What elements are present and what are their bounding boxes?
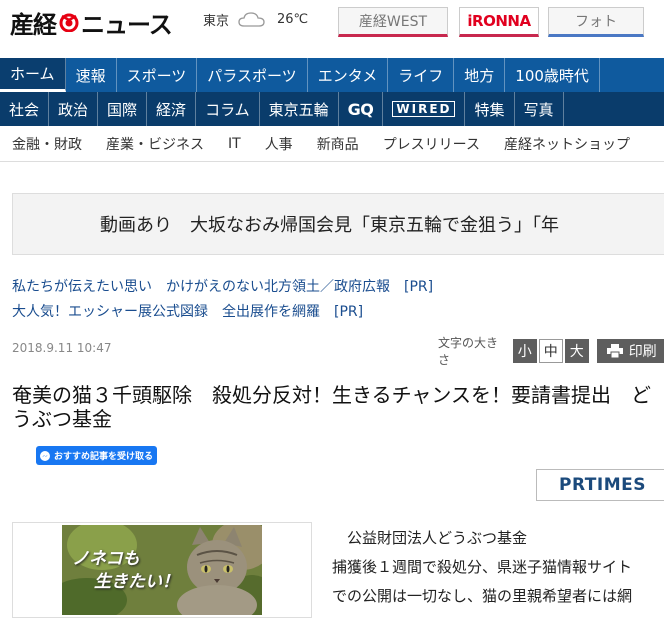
nav-item-tokyo-olympics[interactable]: 東京五輪 [260, 92, 339, 126]
article-body-line: 捕獲後１週間で殺処分、県迷子猫情報サイト [332, 558, 633, 576]
weather-city: 東京 [203, 13, 230, 29]
nav-item-international[interactable]: 国際 [98, 92, 148, 126]
nav-item-life[interactable]: ライフ [388, 58, 455, 92]
economy-subnav: 金融・財政 産業・ビジネス IT 人事 新商品 プレスリリース 産経ネットショッ… [0, 126, 664, 162]
logo-text-news: ニュース [81, 10, 173, 39]
photo-label: フォト [575, 14, 617, 30]
printer-icon [606, 344, 623, 358]
subnav-item-press-release[interactable]: プレスリリース [371, 134, 492, 154]
nav-item-society[interactable]: 社会 [0, 92, 50, 126]
subnav-item-industry[interactable]: 産業・ビジネス [94, 134, 216, 154]
font-size-controls: 文字の大きさ 小 中 大 印刷 [438, 336, 664, 367]
nav-item-sports[interactable]: スポーツ [117, 58, 198, 92]
article-headline: 奄美の猫３千頭駆除 殺処分反対！生きるチャンスを！要請書提出 どうぶつ基金 [12, 383, 651, 431]
font-size-label: 文字の大きさ [438, 336, 499, 367]
print-label: 印刷 [628, 344, 657, 360]
ironna-logo: iRONNA [467, 12, 531, 30]
news-ticker-banner[interactable]: 動画あり 大坂なおみ帰国会見「東京五輪で金狙う」「年 [12, 193, 664, 255]
nav-item-entertainment[interactable]: エンタメ [308, 58, 389, 92]
nav-item-breaking[interactable]: 速報 [66, 58, 117, 92]
wired-logo: WIRED [392, 101, 456, 117]
messenger-icon [40, 450, 50, 461]
nav-item-column[interactable]: コラム [196, 92, 260, 126]
nav-item-100-years[interactable]: 100歳時代 [505, 58, 600, 92]
weather-widget: 東京 26℃ [203, 8, 308, 30]
prtimes-logo-text: PRTIMES [559, 475, 646, 495]
prtimes-logo[interactable]: PRTIMES [536, 469, 664, 501]
subnav-item-finance[interactable]: 金融・財政 [0, 134, 94, 154]
cloud-icon [238, 12, 265, 27]
gq-logo: GQ [347, 99, 374, 119]
print-button[interactable]: 印刷 [596, 339, 664, 363]
cat-image-caption: ノネコも 生きたい！ [72, 548, 179, 594]
photo-link[interactable]: フォト [548, 7, 644, 37]
cat-caption-line2: 生きたい！ [94, 572, 179, 592]
sankei-west-link[interactable]: 産経WEST [338, 7, 448, 37]
primary-nav: ホーム 速報 スポーツ パラスポーツ エンタメ ライフ 地方 100歳時代 [0, 58, 664, 92]
subnav-item-personnel[interactable]: 人事 [253, 134, 305, 154]
nav-item-features[interactable]: 特集 [465, 92, 515, 126]
nav-item-photos[interactable]: 写真 [515, 92, 564, 126]
subnav-item-net-shop[interactable]: 産経ネットショップ [492, 134, 642, 154]
nav-item-home[interactable]: ホーム [0, 58, 66, 92]
nav-item-gq[interactable]: GQ [339, 92, 384, 126]
sankei-logo-icon [59, 13, 79, 32]
nav-item-wired[interactable]: WIRED [383, 92, 466, 126]
secondary-nav: 社会 政治 国際 経済 コラム 東京五輪 GQ WIRED 特集 写真 [0, 92, 664, 126]
pr-link-northern-territories[interactable]: 私たちが伝えたい思い かけがえのない北方領土／政府広報 [PR] [12, 276, 433, 296]
messenger-subscribe-label: おすすめ記事を受け取る [53, 452, 153, 462]
nav-item-economy[interactable]: 経済 [147, 92, 197, 126]
ticker-text: 動画あり 大坂なおみ帰国会見「東京五輪で金狙う」「年 [100, 215, 559, 236]
font-size-medium-button[interactable]: 中 [538, 339, 563, 363]
subnav-item-it[interactable]: IT [216, 136, 253, 152]
font-size-large-button[interactable]: 大 [564, 339, 589, 363]
article-body-line: での公開は一切なし、猫の里親希望者には網 [332, 587, 633, 605]
nav-item-politics[interactable]: 政治 [49, 92, 99, 126]
article-body-line: 公益財団法人どうぶつ基金 [332, 529, 528, 547]
pr-link-escher[interactable]: 大人気！エッシャー展公式図録 全出展作を網羅 [PR] [12, 301, 363, 321]
cat-caption-line1: ノネコも [72, 549, 140, 569]
subnav-item-new-products[interactable]: 新商品 [305, 134, 371, 154]
messenger-subscribe-button[interactable]: おすすめ記事を受け取る [36, 446, 157, 465]
site-logo[interactable]: 産経 ニュース [10, 6, 173, 39]
ironna-link[interactable]: iRONNA [459, 7, 539, 37]
weather-temp: 26℃ [277, 11, 309, 27]
logo-text-sankei: 産経 [10, 10, 57, 39]
nav-item-para-sports[interactable]: パラスポーツ [197, 58, 308, 92]
nav-item-local[interactable]: 地方 [454, 58, 506, 92]
sankei-west-label: 産経WEST [358, 14, 428, 30]
font-size-small-button[interactable]: 小 [512, 339, 537, 363]
article-date: 2018.9.11 10:47 [12, 341, 112, 355]
